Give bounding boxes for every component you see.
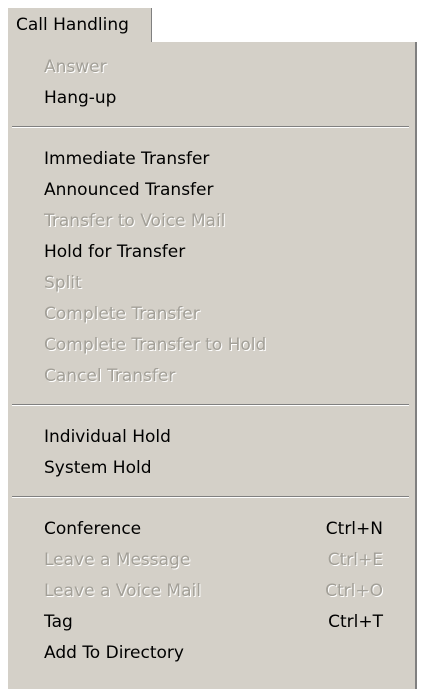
menu-item-announced-transfer[interactable]: Announced Transfer	[8, 174, 415, 205]
menu-item-individual-hold[interactable]: Individual Hold	[8, 421, 415, 452]
menu-item-label: Leave a Voice Mail	[44, 580, 201, 601]
menu-title-call-handling[interactable]: Call Handling	[8, 8, 152, 42]
menu-item-shortcut: Ctrl+E	[327, 549, 383, 570]
menu-item-label: Hang-up	[44, 87, 117, 108]
menu-item-conference[interactable]: Conference Ctrl+N	[8, 513, 415, 544]
menu-item-label: Complete Transfer to Hold	[44, 334, 267, 355]
menu-item-label: Complete Transfer	[44, 303, 200, 324]
menu-item-answer[interactable]: Answer	[8, 51, 415, 82]
menu-separator	[8, 113, 415, 143]
menu-item-hang-up[interactable]: Hang-up	[8, 82, 415, 113]
menu-item-label: Leave a Message	[44, 549, 191, 570]
menu-item-label: Cancel Transfer	[44, 365, 176, 386]
menu-item-label: Tag	[44, 611, 73, 632]
menu-separator	[8, 391, 415, 421]
menu-title-label: Call Handling	[16, 15, 129, 35]
menu-item-label: Individual Hold	[44, 426, 171, 447]
menu-separator	[8, 483, 415, 513]
menu-item-label: Hold for Transfer	[44, 241, 186, 262]
menu-item-system-hold[interactable]: System Hold	[8, 452, 415, 483]
menu-item-label: Add To Directory	[44, 642, 184, 663]
menu-item-label: Conference	[44, 518, 142, 539]
menu-item-label: System Hold	[44, 457, 152, 478]
menu-item-shortcut: Ctrl+O	[325, 580, 383, 601]
menu-item-shortcut: Ctrl+T	[328, 611, 383, 632]
menu-item-immediate-transfer[interactable]: Immediate Transfer	[8, 143, 415, 174]
menu-item-transfer-to-voice-mail[interactable]: Transfer to Voice Mail	[8, 205, 415, 236]
menu-item-complete-transfer-to-hold[interactable]: Complete Transfer to Hold	[8, 329, 415, 360]
menu-item-label: Answer	[44, 56, 107, 77]
menu-item-shortcut: Ctrl+N	[325, 518, 383, 539]
menu-item-label: Announced Transfer	[44, 179, 214, 200]
menu-item-complete-transfer[interactable]: Complete Transfer	[8, 298, 415, 329]
menu-item-leave-a-message[interactable]: Leave a Message Ctrl+E	[8, 544, 415, 575]
menu-item-label: Immediate Transfer	[44, 148, 210, 169]
menu-item-split[interactable]: Split	[8, 267, 415, 298]
menu-item-label: Split	[44, 272, 82, 293]
menu-item-hold-for-transfer[interactable]: Hold for Transfer	[8, 236, 415, 267]
menu-item-tag[interactable]: Tag Ctrl+T	[8, 606, 415, 637]
menu-item-add-to-directory[interactable]: Add To Directory	[8, 637, 415, 668]
menu-item-leave-a-voice-mail[interactable]: Leave a Voice Mail Ctrl+O	[8, 575, 415, 606]
menu-item-label: Transfer to Voice Mail	[44, 210, 226, 231]
menu-item-cancel-transfer[interactable]: Cancel Transfer	[8, 360, 415, 391]
call-handling-menu: Answer Hang-up Immediate Transfer Announ…	[8, 42, 417, 689]
